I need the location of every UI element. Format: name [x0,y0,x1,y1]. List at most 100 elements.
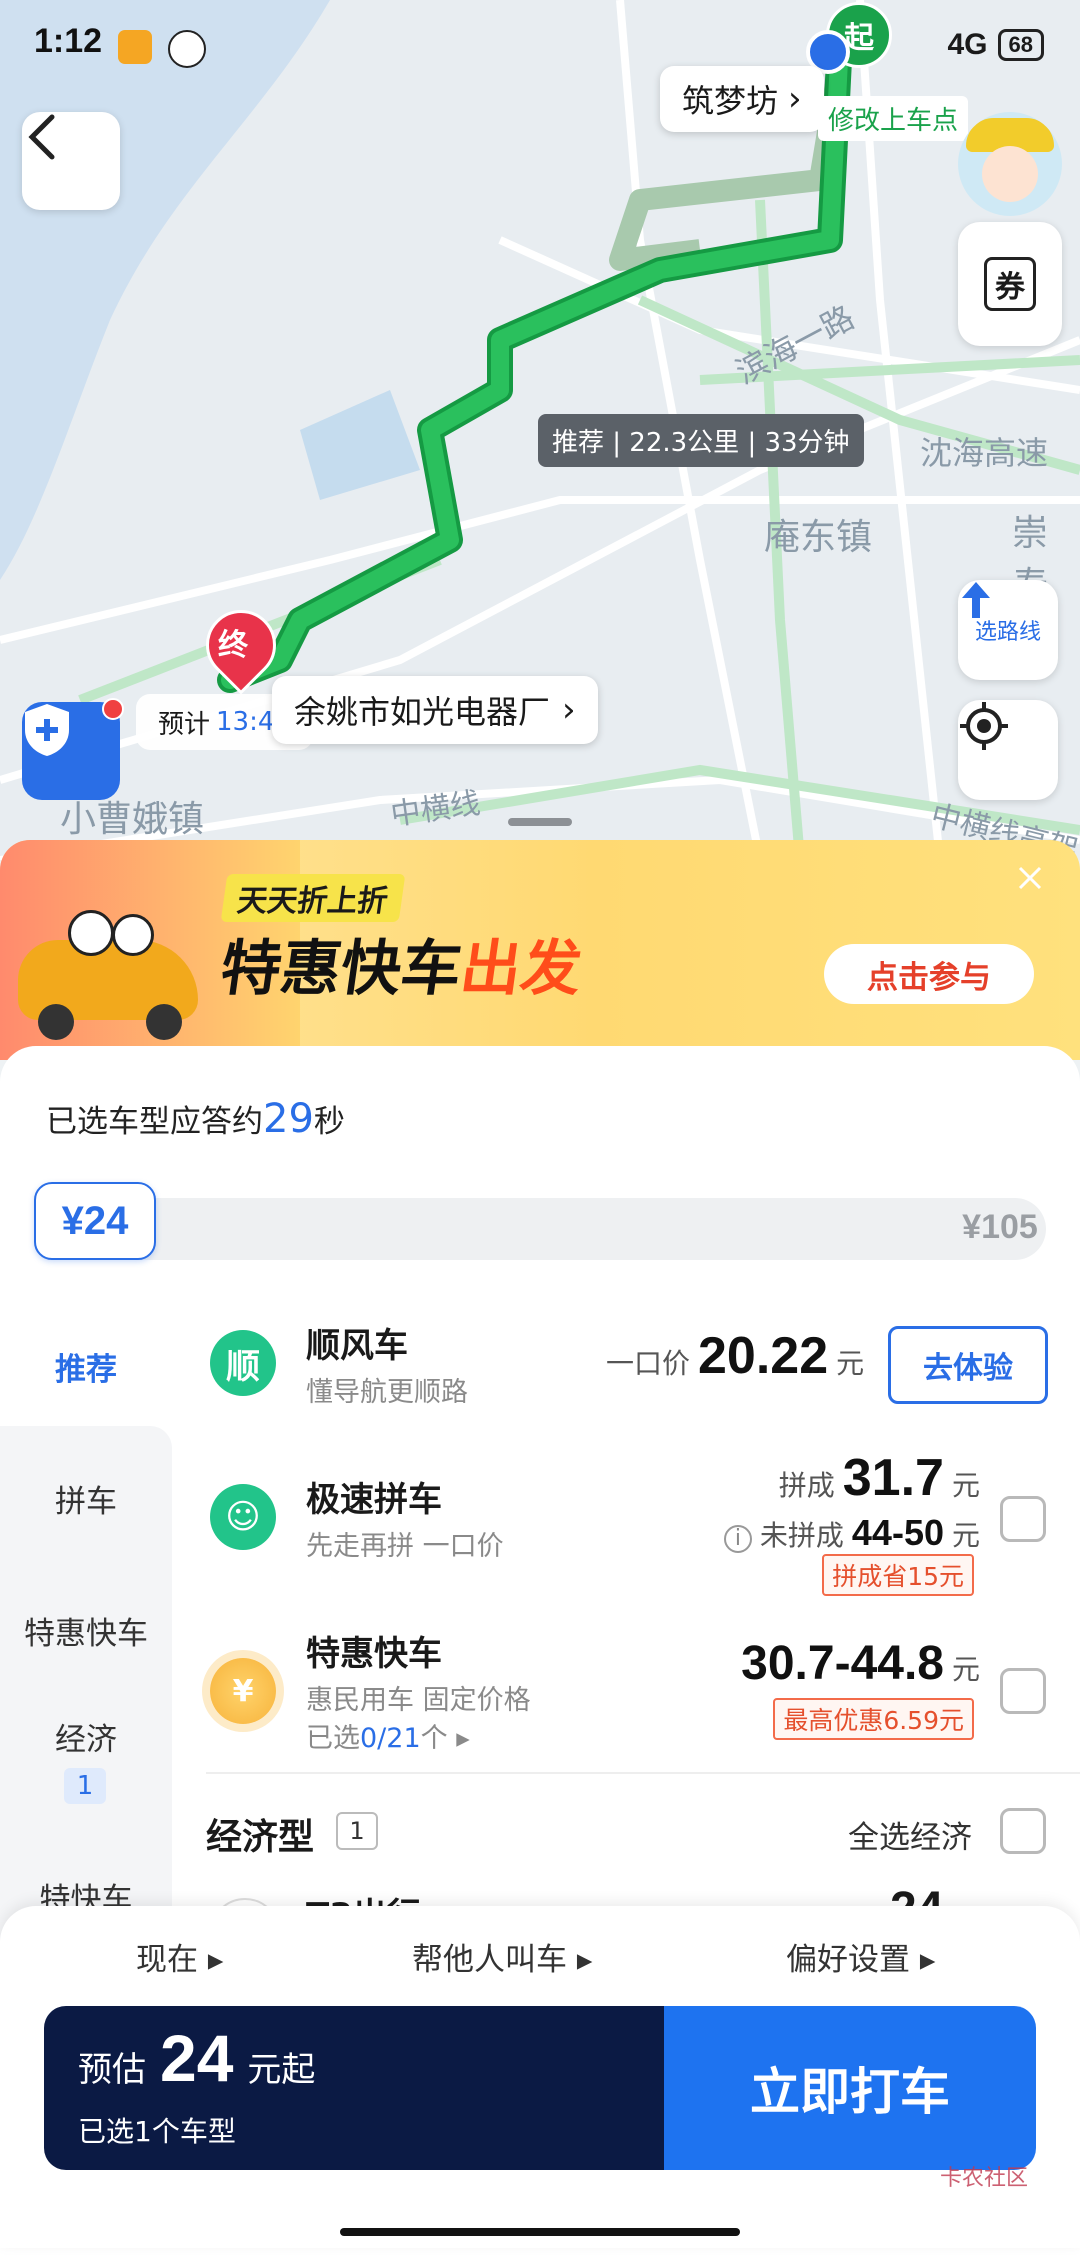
car-wheel-right [146,1004,182,1040]
response-seconds: 29 [263,1096,314,1142]
network-type: 4G [947,28,988,61]
coupon-button[interactable]: 券 [958,222,1062,346]
road-label-shenhai: 沈海高速 [920,434,1049,472]
car-wheel-left [38,1004,74,1040]
estimate-box: 预估 24 元起 已选1个车型 [44,2006,684,2170]
car-eye-left [68,910,114,956]
tehui-discount-tag: 最高优惠6.59元 [773,1698,974,1740]
response-suffix: 秒 [313,1104,345,1140]
watermark: 卡农社区 [940,2166,1029,2191]
banner-title: 特惠快车出发 [216,920,588,1007]
banner-tag: 天天折上折 [220,874,406,922]
chevron-left-icon [28,114,55,160]
bottom-nav-call-for-others[interactable]: 帮他人叫车 ▸ [412,1934,592,1979]
chevron-right-icon: › [788,79,802,119]
shunfeng-price-unit: 元 [836,1347,865,1380]
caret-right-icon: ▸ [447,1723,470,1754]
tehui-name: 特惠快车 [306,1634,442,1674]
shunfeng-price: 一口价 20.22 元 [606,1326,864,1386]
jisu-label-1: 拼成 [778,1469,835,1502]
modify-pickup-link[interactable]: 修改上车点 [818,96,969,141]
route-arrow-icon [962,582,990,618]
jisu-label-2: 未拼成 [759,1519,844,1552]
shield-icon [25,704,69,756]
destination-name: 余姚市如光电器厂 [294,693,551,731]
tehui-selected-prefix: 已选 [306,1723,360,1754]
home-indicator [340,2228,740,2236]
price-slider-max: ¥105 [962,1208,1038,1246]
response-time: 已选车型应答约29秒 [46,1096,345,1142]
sidebar-economy-badge: 1 [64,1768,106,1804]
safety-shield-button[interactable] [22,698,124,800]
jisu-price-2-value: 44-50 [851,1512,944,1553]
info-icon[interactable]: i [723,1525,752,1553]
notification-icon [118,30,152,64]
tehui-selected[interactable]: 已选0/21个 ▸ [306,1716,470,1755]
caret-right-icon: ▸ [567,1942,593,1978]
car-eye-right [112,914,154,956]
estimate-value: 24 [160,2021,234,2095]
lightning-icon: ☺ [225,1497,261,1537]
tehui-icon: ¥ [210,1658,276,1724]
jisu-icon: ☺ [210,1484,276,1550]
map-view[interactable]: 1:12 4G 68 起 筑梦坊 › 修改上车点 推荐 | 22.3公里 | 3… [0,0,1080,860]
estimate-line: 预估 24 元起 [78,2020,315,2096]
chevron-right-icon: › [562,690,576,730]
route-select-button[interactable]: 选路线 [958,580,1058,680]
drag-handle[interactable] [508,818,572,826]
shunfeng-sub: 懂导航更顺路 [306,1377,468,1408]
section-divider [206,1772,1080,1774]
jisu-save-tag: 拼成省15元 [822,1554,974,1596]
crosshair-icon [960,702,1008,750]
end-marker-label: 终 [218,628,248,663]
bottom-nav-call-for-others-label: 帮他人叫车 [412,1942,567,1978]
alert-dot [102,698,124,720]
battery-icon: 68 [997,29,1044,61]
status-time: 1:12 [34,22,103,60]
pickup-name: 筑梦坊 [682,82,779,120]
car-mascot [8,900,208,1040]
tehui-price: 30.7-44.8 元 [741,1636,980,1691]
town-label-andong: 庵东镇 [764,517,873,558]
tehui-checkbox[interactable] [1000,1668,1046,1714]
selected-models: 已选1个车型 [78,2115,236,2148]
select-all-economy-checkbox[interactable] [1000,1808,1046,1854]
shunfeng-icon: 顺 [210,1330,276,1396]
banner-title-accent: 出发 [456,934,587,1004]
promo-banner[interactable]: 天天折上折 特惠快车出发 点击参与 [0,840,1080,1060]
sidebar-item-recommend[interactable]: 推荐 [0,1344,172,1389]
jisu-price-1: 拼成 31.7 元 [779,1448,980,1508]
bottom-nav-now[interactable]: 现在 ▸ [136,1934,223,1979]
sidebar-item-carpool[interactable]: 拼车 [0,1476,172,1521]
response-prefix: 已选车型应答约 [46,1104,263,1140]
jisu-unit-1: 元 [951,1469,980,1502]
coupon-icon: 券 [984,257,1036,311]
economy-section-badge: 1 [336,1812,378,1850]
select-all-economy-label[interactable]: 全选经济 [848,1812,972,1857]
tehui-unit: 元 [951,1653,980,1686]
caret-right-icon: ▸ [198,1942,224,1978]
shunfeng-name: 顺风车 [306,1326,408,1366]
pickup-point[interactable]: 筑梦坊 › [660,66,824,132]
sidebar-item-tehui[interactable]: 特惠快车 [0,1608,172,1653]
price-slider-track[interactable] [34,1198,1046,1260]
eta-label: 预计 [158,709,211,740]
price-slider-min[interactable]: ¥24 [34,1182,156,1260]
back-button[interactable] [22,112,120,210]
locate-button[interactable] [958,700,1058,800]
shunfeng-try-button[interactable]: 去体验 [888,1326,1048,1404]
destination-pill[interactable]: 余姚市如光电器厂 › [272,676,598,744]
banner-cta-button[interactable]: 点击参与 [824,944,1034,1004]
bottom-nav-preferences[interactable]: 偏好设置 ▸ [786,1934,935,1979]
avatar-assistant[interactable] [958,112,1062,216]
route-info-tooltip: 推荐 | 22.3公里 | 33分钟 [538,414,864,467]
banner-title-main: 特惠快车 [216,934,467,1004]
jisu-checkbox[interactable] [1000,1496,1046,1542]
sidebar-item-economy[interactable]: 经济 [0,1714,172,1759]
banner-close-icon[interactable] [1012,860,1048,896]
call-car-button[interactable]: 立即打车 [664,2006,1036,2170]
bottom-nav-preferences-label: 偏好设置 [786,1942,910,1978]
shunfeng-price-prefix: 一口价 [606,1347,691,1380]
jisu-price-2: i 未拼成 44-50 元 [723,1512,980,1554]
qq-icon [168,30,206,68]
